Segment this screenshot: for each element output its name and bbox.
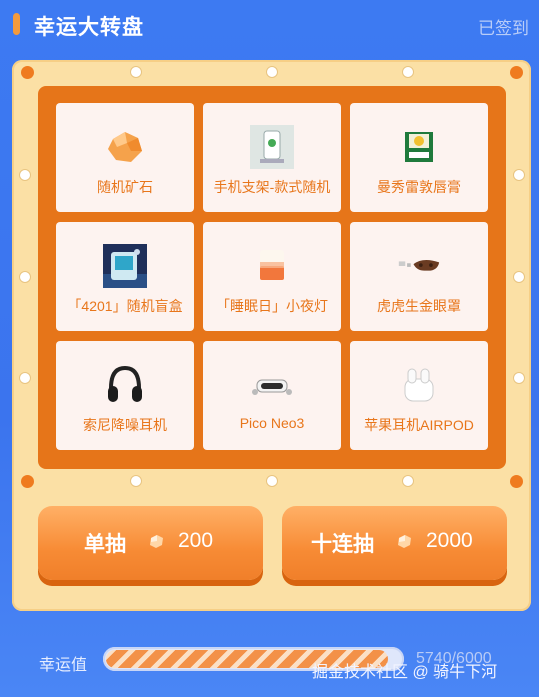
blind-box-icon — [103, 244, 147, 288]
prize-label: 手机支架-款式随机 — [213, 179, 331, 195]
frame-light-white — [19, 372, 31, 384]
vr-headset-icon — [250, 363, 294, 407]
prize-label: 索尼降噪耳机 — [83, 417, 167, 433]
ore-icon — [150, 535, 163, 548]
lip-balm-icon — [397, 125, 441, 169]
prize-cell[interactable]: Pico Neo3 — [203, 341, 341, 450]
frame-light-white — [513, 271, 525, 283]
prize-label: 「睡眠日」小夜灯 — [216, 298, 328, 314]
frame-light-white — [402, 66, 414, 78]
frame-light-white — [19, 271, 31, 283]
frame-light-white — [130, 475, 142, 487]
frame-light-white — [266, 66, 278, 78]
title-accent-bar — [13, 13, 20, 35]
frame-light-white — [402, 475, 414, 487]
frame-light-orange — [510, 66, 523, 79]
prize-cell[interactable]: 曼秀雷敦唇膏 — [350, 103, 488, 212]
frame-light-white — [513, 169, 525, 181]
prize-cell[interactable]: 「4201」随机盲盒 — [56, 222, 194, 331]
ore-icon — [398, 535, 411, 548]
frame-light-white — [266, 475, 278, 487]
headphones-icon — [103, 363, 147, 407]
frame-light-orange — [21, 66, 34, 79]
frame-light-orange — [21, 475, 34, 488]
ten-draw-cost: 2000 — [426, 529, 473, 552]
airpods-icon — [397, 363, 441, 407]
ten-draw-button[interactable]: 十连抽 2000 — [282, 506, 507, 580]
prize-cell[interactable]: 随机矿石 — [56, 103, 194, 212]
lucky-value-label: 幸运值 — [39, 657, 88, 674]
frame-light-white — [19, 169, 31, 181]
prize-cell[interactable]: 苹果耳机AIRPOD — [350, 341, 488, 450]
single-draw-button[interactable]: 单抽 200 — [38, 506, 263, 580]
watermark: 掘金技术社区 @ 骑牛下河 — [312, 664, 498, 681]
prize-label: 虎虎生金眼罩 — [377, 298, 461, 314]
prize-label: 曼秀雷敦唇膏 — [377, 179, 461, 195]
checkin-status-button[interactable]: 已签到 — [478, 14, 529, 39]
prize-cell[interactable]: 虎虎生金眼罩 — [350, 222, 488, 331]
single-draw-cost: 200 — [178, 529, 214, 552]
prize-label: 「4201」随机盲盒 — [67, 298, 183, 314]
prize-label: 苹果耳机AIRPOD — [364, 417, 474, 433]
ten-draw-label: 十连抽 — [311, 533, 374, 556]
page-title: 幸运大转盘 — [34, 16, 144, 39]
prize-label: 随机矿石 — [97, 179, 153, 195]
frame-light-white — [130, 66, 142, 78]
frame-light-orange — [510, 475, 523, 488]
prize-cell[interactable]: 手机支架-款式随机 — [203, 103, 341, 212]
night-light-icon — [250, 244, 294, 288]
frame-light-white — [513, 372, 525, 384]
eye-mask-icon — [397, 244, 441, 288]
header: 幸运大转盘 已签到 — [0, 0, 539, 48]
prize-cell[interactable]: 索尼降噪耳机 — [56, 341, 194, 450]
single-draw-label: 单抽 — [84, 533, 126, 556]
phone-stand-icon — [250, 125, 294, 169]
ore-icon — [103, 125, 147, 169]
prize-cell[interactable]: 「睡眠日」小夜灯 — [203, 222, 341, 331]
prize-label: Pico Neo3 — [239, 415, 305, 431]
